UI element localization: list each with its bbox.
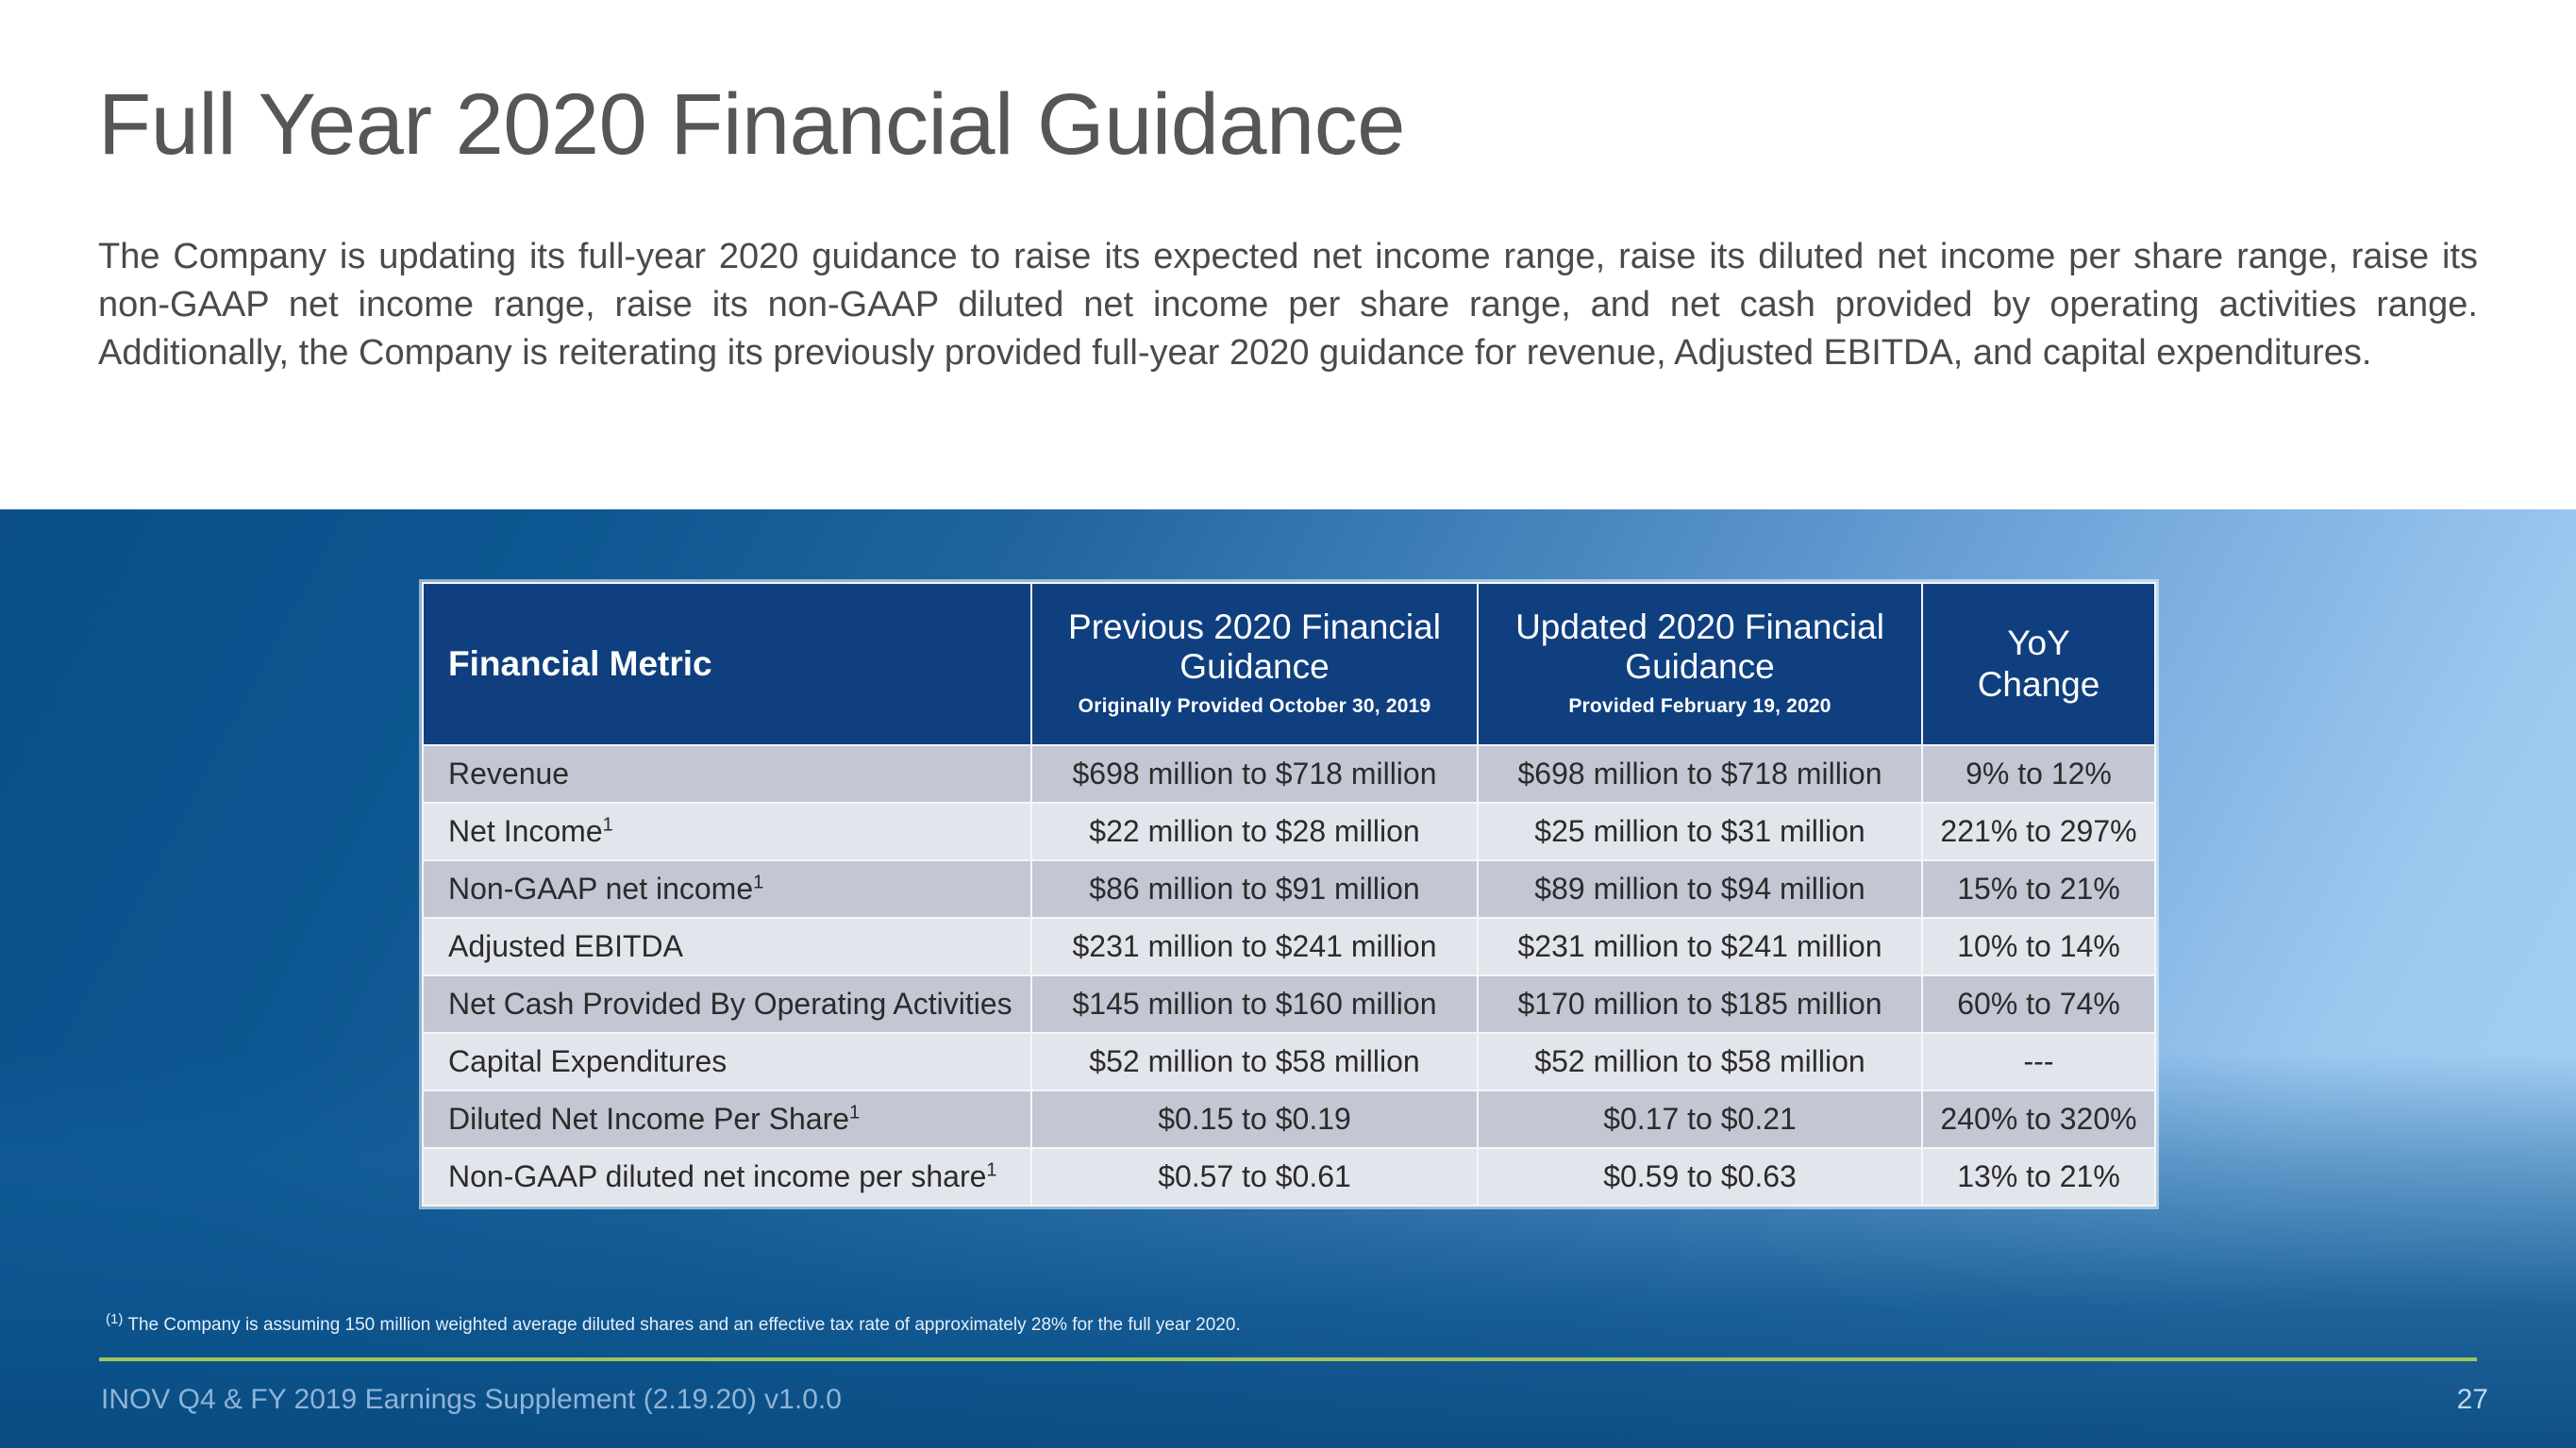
yoy-change-value: 15% to 21% xyxy=(1921,859,2156,919)
metric-label: Revenue xyxy=(448,757,570,791)
updated-guidance-value: $89 million to $94 million xyxy=(1477,859,1923,919)
footnote-marker: 1 xyxy=(753,872,764,893)
metric-name: Non-GAAP net income1 xyxy=(422,859,1032,919)
metric-label: Adjusted EBITDA xyxy=(448,929,683,963)
yoy-change-value: 13% to 21% xyxy=(1921,1147,2156,1207)
footnote-marker: 1 xyxy=(986,1159,997,1181)
updated-guidance-value: $231 million to $241 million xyxy=(1477,917,1923,976)
table-row: Adjusted EBITDA $231 million to $241 mil… xyxy=(422,917,2156,976)
previous-guidance-value: $0.15 to $0.19 xyxy=(1030,1090,1479,1149)
metric-label: Net Income xyxy=(448,814,603,848)
metric-label: Non-GAAP diluted net income per share xyxy=(448,1159,987,1193)
table-row: Net Cash Provided By Operating Activitie… xyxy=(422,974,2156,1034)
footnote-marker: 1 xyxy=(849,1102,861,1123)
table-row: Non-GAAP net income1 $86 million to $91 … xyxy=(422,859,2156,919)
metric-name: Adjusted EBITDA xyxy=(422,917,1032,976)
green-divider-rule xyxy=(99,1357,2477,1361)
metric-label: Capital Expenditures xyxy=(448,1044,728,1078)
metric-name: Revenue xyxy=(422,744,1032,804)
table-header-row: Financial Metric Previous 2020 Financial… xyxy=(422,582,2156,746)
updated-guidance-value: $698 million to $718 million xyxy=(1477,744,1923,804)
footnote: (1) The Company is assuming 150 million w… xyxy=(106,1312,1241,1336)
yoy-change-value: 9% to 12% xyxy=(1921,744,2156,804)
slide: Full Year 2020 Financial Guidance The Co… xyxy=(0,0,2576,1448)
page-title: Full Year 2020 Financial Guidance xyxy=(98,76,1405,173)
previous-guidance-value: $145 million to $160 million xyxy=(1030,974,1479,1034)
yoy-change-value: 10% to 14% xyxy=(1921,917,2156,976)
updated-guidance-value: $52 million to $58 million xyxy=(1477,1032,1923,1091)
metric-name: Non-GAAP diluted net income per share1 xyxy=(422,1147,1032,1207)
footnote-text: The Company is assuming 150 million weig… xyxy=(127,1315,1241,1335)
metric-label: Diluted Net Income Per Share xyxy=(448,1102,850,1136)
previous-guidance-value: $698 million to $718 million xyxy=(1030,744,1479,804)
updated-guidance-value: $170 million to $185 million xyxy=(1477,974,1923,1034)
table-row: Diluted Net Income Per Share1 $0.15 to $… xyxy=(422,1090,2156,1149)
column-header-yoy-change: YoY Change xyxy=(1921,582,2156,746)
updated-guidance-title: Updated 2020 Financial Guidance xyxy=(1515,607,1884,686)
previous-guidance-title: Previous 2020 Financial Guidance xyxy=(1068,607,1441,686)
financial-guidance-table: Financial Metric Previous 2020 Financial… xyxy=(422,582,2156,1207)
metric-name: Diluted Net Income Per Share1 xyxy=(422,1090,1032,1149)
previous-guidance-value: $231 million to $241 million xyxy=(1030,917,1479,976)
metric-name: Capital Expenditures xyxy=(422,1032,1032,1091)
table-row: Net Income1 $22 million to $28 million $… xyxy=(422,802,2156,861)
updated-guidance-value: $25 million to $31 million xyxy=(1477,802,1923,861)
table-body: Revenue $698 million to $718 million $69… xyxy=(422,744,2156,1207)
updated-guidance-subtitle: Provided February 19, 2020 xyxy=(1568,695,1832,717)
yoy-change-line1: YoY xyxy=(2007,624,2070,662)
updated-guidance-value: $0.59 to $0.63 xyxy=(1477,1147,1923,1207)
metric-label: Non-GAAP net income xyxy=(448,872,754,906)
footnote-marker: 1 xyxy=(602,814,613,836)
metric-label: Net Cash Provided By Operating Activitie… xyxy=(448,987,1012,1021)
table-row: Non-GAAP diluted net income per share1 $… xyxy=(422,1147,2156,1207)
footer-deck-label: INOV Q4 & FY 2019 Earnings Supplement (2… xyxy=(101,1384,842,1415)
metric-name: Net Cash Provided By Operating Activitie… xyxy=(422,974,1032,1034)
page-number: 27 xyxy=(2456,1384,2488,1415)
footnote-mark: (1) xyxy=(106,1310,124,1327)
column-header-updated-guidance: Updated 2020 Financial Guidance Provided… xyxy=(1477,582,1923,746)
column-header-previous-guidance: Previous 2020 Financial Guidance Origina… xyxy=(1030,582,1479,746)
yoy-change-value: 221% to 297% xyxy=(1921,802,2156,861)
previous-guidance-value: $0.57 to $0.61 xyxy=(1030,1147,1479,1207)
metric-name: Net Income1 xyxy=(422,802,1032,861)
table-row: Revenue $698 million to $718 million $69… xyxy=(422,744,2156,804)
yoy-change-value: 60% to 74% xyxy=(1921,974,2156,1034)
previous-guidance-value: $86 million to $91 million xyxy=(1030,859,1479,919)
previous-guidance-value: $52 million to $58 million xyxy=(1030,1032,1479,1091)
yoy-change-line2: Change xyxy=(1977,665,2100,704)
table-row: Capital Expenditures $52 million to $58 … xyxy=(422,1032,2156,1091)
previous-guidance-value: $22 million to $28 million xyxy=(1030,802,1479,861)
updated-guidance-value: $0.17 to $0.21 xyxy=(1477,1090,1923,1149)
column-header-financial-metric: Financial Metric xyxy=(422,582,1032,746)
intro-paragraph: The Company is updating its full-year 20… xyxy=(98,237,2478,373)
previous-guidance-subtitle: Originally Provided October 30, 2019 xyxy=(1078,695,1431,717)
yoy-change-value: 240% to 320% xyxy=(1921,1090,2156,1149)
slide-header-area: Full Year 2020 Financial Guidance The Co… xyxy=(0,0,2576,509)
yoy-change-value: --- xyxy=(1921,1032,2156,1091)
